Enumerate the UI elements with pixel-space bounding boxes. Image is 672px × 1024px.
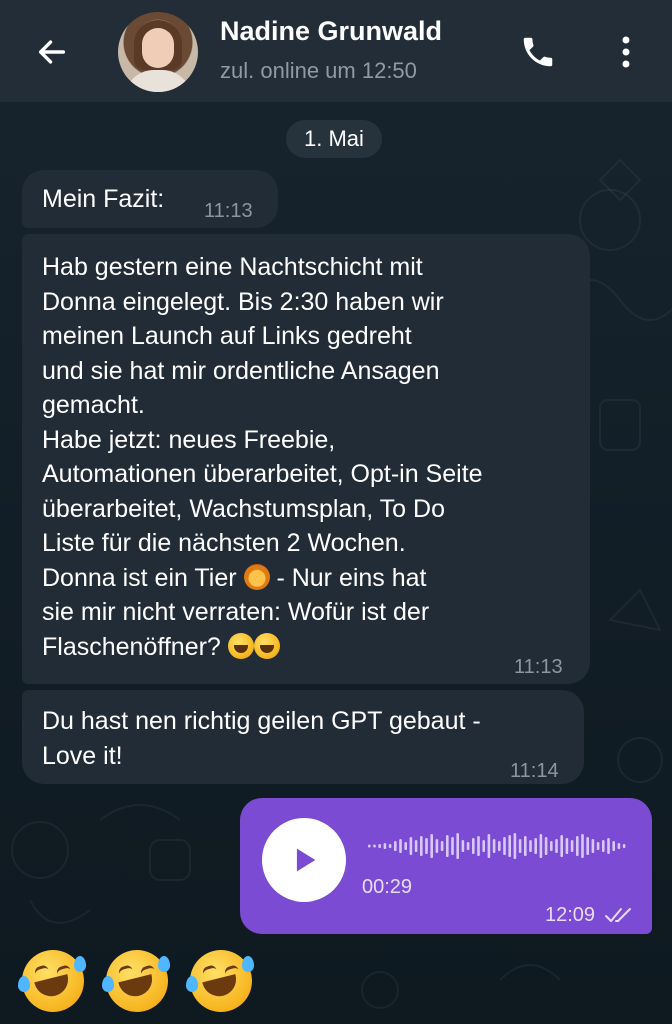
- waveform-bar: [524, 836, 527, 856]
- waveform-bar: [581, 834, 584, 858]
- waveform-bar: [378, 844, 381, 848]
- tears-of-joy-emoji: [227, 632, 254, 659]
- waveform-bar: [435, 839, 439, 853]
- waveform-bar: [612, 841, 615, 851]
- message-bubble[interactable]: Mein Fazit: 11:13: [22, 170, 278, 228]
- waveform-bar: [461, 840, 465, 852]
- message-time: 11:13: [514, 656, 563, 678]
- date-separator: 1. Mai: [286, 120, 382, 158]
- waveform-bar: [487, 834, 491, 858]
- contact-name[interactable]: Nadine Grunwald: [220, 16, 442, 47]
- chat-header: Nadine Grunwald zul. online um 12:50: [0, 0, 672, 102]
- tears-of-joy-emoji: [253, 632, 280, 659]
- waveform-bar: [383, 843, 387, 849]
- waveform-bar: [456, 833, 459, 859]
- message-text: Mein Fazit:: [42, 185, 165, 213]
- message-bubble[interactable]: Du hast nen richtig geilen GPT gebaut - …: [22, 690, 584, 784]
- waveform-bar: [498, 841, 501, 851]
- phone-icon: [523, 37, 553, 67]
- waveform-bar: [399, 839, 402, 853]
- message-bubble[interactable]: Hab gestern eine Nachtschicht mit Donna …: [22, 234, 590, 684]
- waveform-bar: [550, 841, 553, 851]
- waveform-bar: [466, 842, 470, 850]
- waveform-bar: [430, 834, 433, 858]
- waveform-bar: [518, 839, 522, 853]
- waveform-bar: [544, 837, 548, 855]
- message-text: Hab gestern eine Nachtschicht mit Donna …: [42, 250, 582, 664]
- call-button[interactable]: [516, 30, 560, 74]
- more-options-button[interactable]: [606, 30, 646, 74]
- waveform-bar: [534, 838, 537, 854]
- message-time: 11:13: [204, 200, 253, 222]
- waveform-bar: [451, 837, 454, 855]
- rolling-on-floor-laughing-emoji: [102, 950, 170, 1012]
- voice-waveform[interactable]: [368, 828, 630, 864]
- waveform-bar: [446, 835, 449, 857]
- waveform-bar: [513, 833, 517, 859]
- waveform-bar: [409, 837, 413, 855]
- play-button[interactable]: [262, 818, 346, 902]
- waveform-bar: [617, 843, 621, 849]
- waveform-bar: [404, 842, 407, 850]
- message-time: 11:14: [510, 760, 559, 782]
- waveform-bar: [560, 835, 563, 857]
- waveform-bar: [472, 838, 475, 854]
- back-button[interactable]: [30, 30, 74, 74]
- waveform-bar: [596, 842, 600, 850]
- rolling-on-floor-laughing-emoji: [18, 950, 86, 1012]
- waveform-bar: [602, 840, 605, 852]
- voice-message-bubble[interactable]: 00:29 12:09: [240, 798, 652, 934]
- contact-status: zul. online um 12:50: [220, 58, 417, 83]
- waveform-bar: [576, 836, 579, 856]
- waveform-bar: [565, 838, 569, 854]
- waveform-bar: [368, 844, 371, 848]
- message-time: 12:09: [545, 904, 596, 926]
- message-text-part: Hab gestern eine Nachtschicht mit Donna …: [42, 253, 483, 592]
- waveform-bar: [425, 838, 428, 854]
- double-check-icon: [605, 908, 631, 922]
- waveform-bar: [570, 840, 574, 852]
- waveform-bar: [529, 840, 532, 852]
- waveform-bar: [503, 837, 506, 855]
- waveform-bar: [414, 840, 418, 852]
- back-arrow-icon: [38, 40, 66, 64]
- voice-duration: 00:29: [362, 876, 413, 898]
- lion-face-emoji: [243, 563, 270, 590]
- rolling-on-floor-laughing-emoji: [186, 950, 254, 1012]
- more-vert-icon: [622, 36, 630, 68]
- emoji-message[interactable]: [18, 950, 254, 1012]
- waveform-bar: [477, 836, 480, 856]
- waveform-bar: [492, 839, 496, 853]
- waveform-bar: [555, 839, 558, 853]
- waveform-bar: [622, 844, 626, 848]
- waveform-bar: [607, 838, 610, 854]
- message-text: Du hast nen richtig geilen GPT gebaut - …: [42, 707, 481, 770]
- waveform-bar: [373, 844, 376, 848]
- waveform-bar: [388, 844, 392, 848]
- waveform-bar: [420, 836, 423, 856]
- waveform-bar: [586, 837, 589, 855]
- waveform-bar: [591, 839, 595, 853]
- waveform-bar: [508, 835, 511, 857]
- waveform-bar: [394, 841, 397, 851]
- contact-avatar[interactable]: [118, 12, 198, 92]
- play-icon: [296, 848, 316, 872]
- waveform-bar: [482, 840, 485, 852]
- waveform-bar: [440, 841, 444, 851]
- waveform-bar: [539, 834, 543, 858]
